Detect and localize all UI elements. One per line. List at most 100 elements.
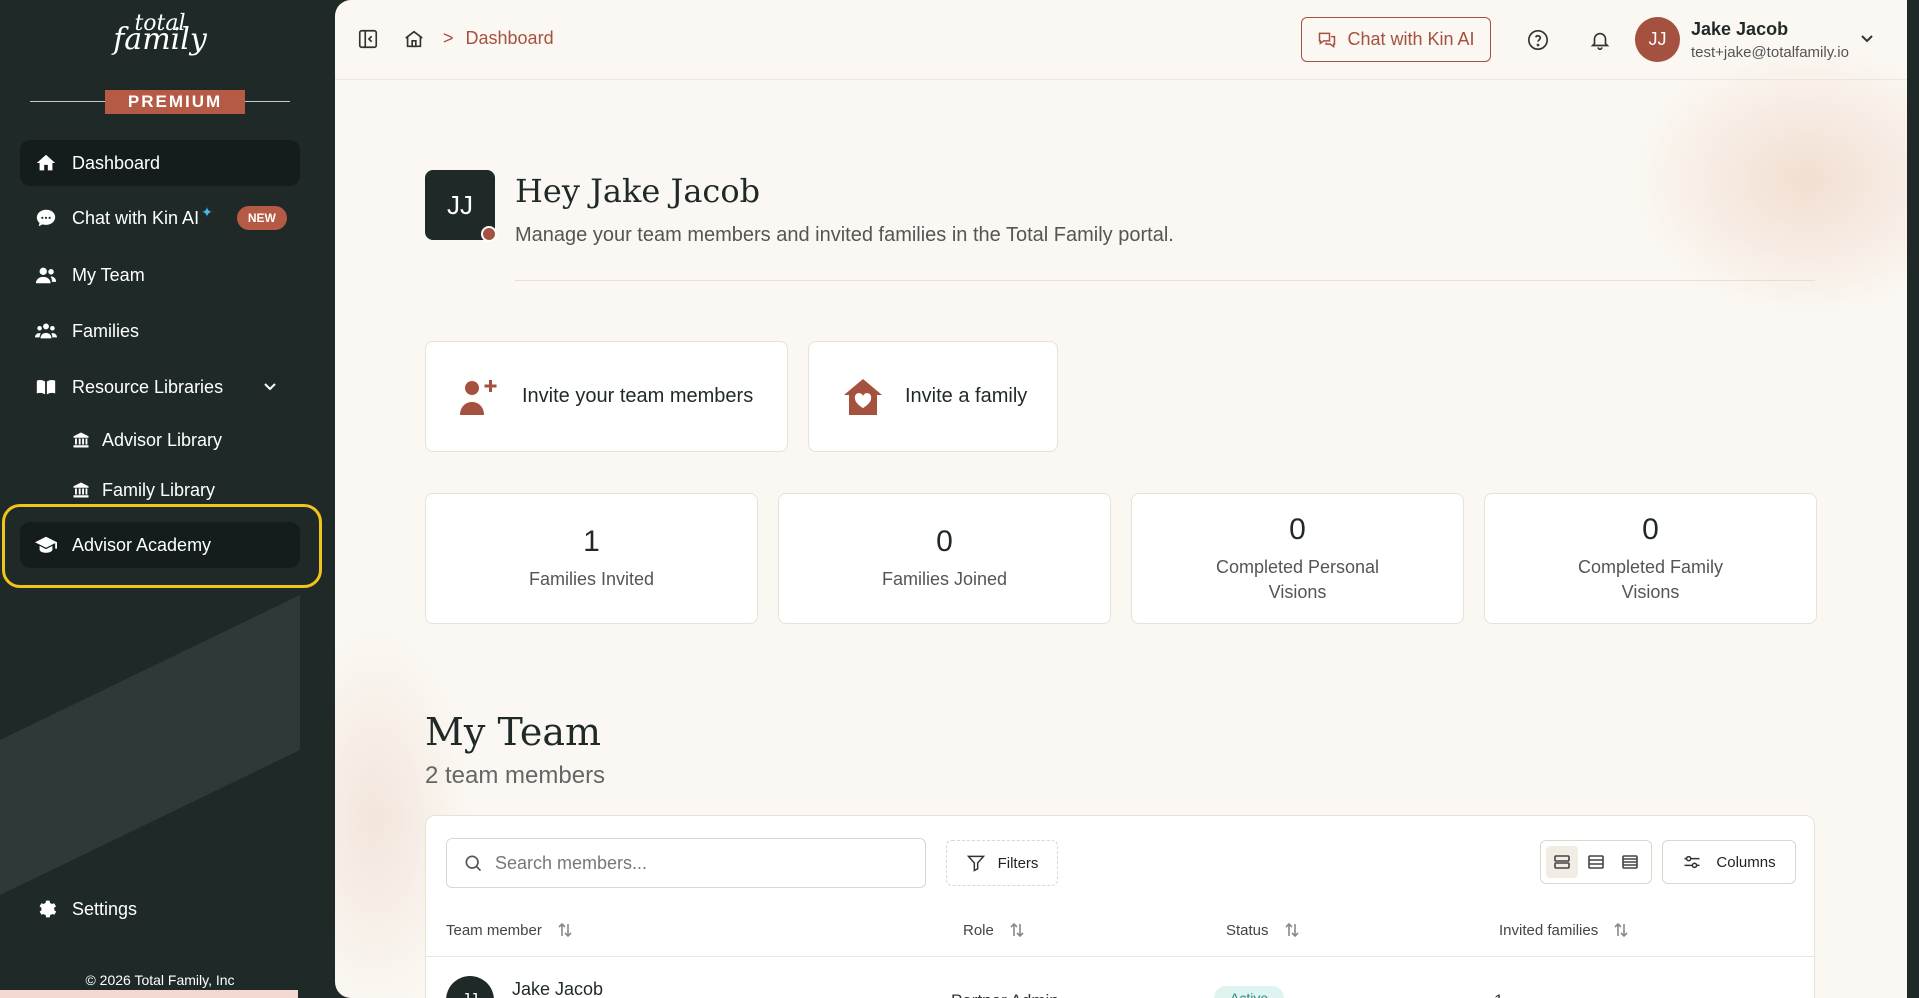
user-email: test+jake@totalfamily.io xyxy=(1691,44,1849,61)
sidebar-item-label: Families xyxy=(72,320,140,341)
team-table: Search members... Filters Columns Team m… xyxy=(425,815,1815,998)
brand-logo[interactable]: total family xyxy=(0,13,320,55)
column-header-invited-families[interactable]: Invited families xyxy=(1499,921,1630,939)
column-header-team-member[interactable]: Team member xyxy=(446,921,574,939)
column-header-status[interactable]: Status xyxy=(1226,921,1301,939)
main-content: > Dashboard Chat with Kin AI JJ Jake Jac… xyxy=(335,0,1907,998)
chevron-down-icon[interactable] xyxy=(262,378,278,394)
sidebar-item-label: Advisor Academy xyxy=(72,534,212,555)
help-icon[interactable] xyxy=(1525,27,1551,53)
stat-card-families-joined: 0 Families Joined xyxy=(778,493,1111,624)
sidebar-item-label: My Team xyxy=(72,264,145,285)
sidebar-item-label: Resource Libraries xyxy=(72,376,224,397)
member-invited-count: 1 xyxy=(1494,991,1503,998)
add-user-icon xyxy=(460,379,497,415)
chat-kin-ai-button[interactable]: Chat with Kin AI xyxy=(1301,17,1491,62)
search-icon xyxy=(465,855,482,872)
chat-bubbles-icon xyxy=(1319,32,1336,48)
sidebar-item-advisor-academy[interactable]: Advisor Academy xyxy=(20,522,300,568)
density-comfortable-icon[interactable] xyxy=(1546,846,1578,878)
chevron-down-icon[interactable] xyxy=(1859,30,1875,46)
filters-button[interactable]: Filters xyxy=(946,840,1058,886)
graduation-cap-icon xyxy=(34,533,58,557)
sort-icon xyxy=(558,922,572,938)
stat-label: Completed Personal Visions xyxy=(1215,556,1380,602)
sidebar-item-dashboard[interactable]: Dashboard xyxy=(20,140,300,186)
sliders-icon xyxy=(1684,855,1700,869)
sort-icon xyxy=(1284,922,1299,938)
sidebar-item-settings[interactable]: Settings xyxy=(20,886,300,932)
invite-family-label: Invite a family xyxy=(905,385,1028,407)
premium-badge: PREMIUM xyxy=(105,90,245,114)
column-header-role[interactable]: Role xyxy=(963,921,1026,939)
breadcrumb-current[interactable]: Dashboard xyxy=(466,28,554,49)
book-icon xyxy=(34,375,58,399)
sort-icon xyxy=(1614,922,1628,938)
background-glow xyxy=(1627,40,1907,320)
filters-label: Filters xyxy=(997,854,1039,872)
breadcrumb-separator: > xyxy=(443,28,454,48)
hero-avatar: JJ xyxy=(425,170,497,242)
users-icon xyxy=(34,263,58,287)
copyright-text: © 2026 Total Family, Inc xyxy=(85,972,235,988)
stat-card-family-visions: 0 Completed Family Visions xyxy=(1484,493,1817,624)
invite-team-card[interactable]: Invite your team members xyxy=(425,341,788,452)
column-header-label: Role xyxy=(963,921,994,939)
page-title: Hey Jake Jacob xyxy=(515,172,761,210)
premium-tier: PREMIUM xyxy=(30,90,290,114)
sidebar: total family PREMIUM Dashboard Chat with… xyxy=(0,0,335,998)
home-icon xyxy=(34,151,58,175)
page-subtitle: Manage your team members and invited fam… xyxy=(515,224,1174,246)
chat-kin-ai-label: Chat with Kin AI xyxy=(1347,29,1475,49)
sparkle-icon: ✦ xyxy=(201,203,213,220)
sidebar-item-label: Family Library xyxy=(102,479,216,500)
sidebar-item-label: Dashboard xyxy=(72,152,161,173)
stat-value: 0 xyxy=(1642,512,1659,546)
sidebar-item-chat-kin-ai[interactable]: Chat with Kin AI ✦ NEW xyxy=(20,195,300,241)
filter-icon xyxy=(966,855,985,872)
invite-team-label: Invite your team members xyxy=(522,385,754,407)
search-placeholder: Search members... xyxy=(495,852,648,873)
avatar[interactable]: JJ xyxy=(1635,17,1680,62)
sidebar-item-label: Advisor Library xyxy=(102,429,223,450)
home-icon[interactable] xyxy=(401,26,427,52)
new-badge: NEW xyxy=(236,206,287,230)
search-input[interactable]: Search members... xyxy=(446,838,926,888)
columns-button[interactable]: Columns xyxy=(1662,840,1796,884)
column-header-label: Status xyxy=(1226,921,1269,939)
breadcrumb: > Dashboard xyxy=(443,28,554,49)
sort-icon xyxy=(1010,922,1024,938)
collapse-sidebar-icon[interactable] xyxy=(355,26,381,52)
sidebar-item-label: Chat with Kin AI xyxy=(72,207,200,228)
status-dot xyxy=(481,226,497,242)
stat-card-families-invited: 1 Families Invited xyxy=(425,493,758,624)
member-name[interactable]: Jake Jacob xyxy=(512,979,603,998)
sidebar-item-families[interactable]: Families xyxy=(20,308,300,354)
house-heart-icon xyxy=(844,378,882,415)
column-header-label: Invited families xyxy=(1499,921,1599,939)
member-role: Partner Admin xyxy=(951,991,1059,998)
section-title: My Team xyxy=(425,710,602,754)
stat-value: 1 xyxy=(583,525,600,558)
bell-icon[interactable] xyxy=(1587,27,1613,53)
bottom-strip xyxy=(0,990,298,998)
user-name[interactable]: Jake Jacob xyxy=(1691,19,1788,40)
columns-label: Columns xyxy=(1716,853,1776,871)
sidebar-item-label: Settings xyxy=(72,898,138,919)
sidebar-item-my-team[interactable]: My Team xyxy=(20,252,300,298)
decorative-shape xyxy=(0,595,300,895)
status-badge: Active xyxy=(1214,986,1285,998)
invite-family-card[interactable]: Invite a family xyxy=(808,341,1058,452)
sidebar-item-advisor-library[interactable]: Advisor Library xyxy=(58,417,298,463)
stat-value: 0 xyxy=(1289,512,1306,546)
density-compact-icon[interactable] xyxy=(1614,846,1646,878)
density-toggle xyxy=(1540,840,1652,884)
column-header-label: Team member xyxy=(446,921,542,939)
sidebar-item-resource-libraries[interactable]: Resource Libraries xyxy=(20,364,300,410)
header-divider xyxy=(426,956,1814,957)
library-building-icon xyxy=(72,428,90,452)
gear-icon xyxy=(34,897,58,921)
hero-initials: JJ xyxy=(447,189,473,220)
density-standard-icon[interactable] xyxy=(1580,846,1612,878)
team-count: 2 team members xyxy=(425,762,606,789)
